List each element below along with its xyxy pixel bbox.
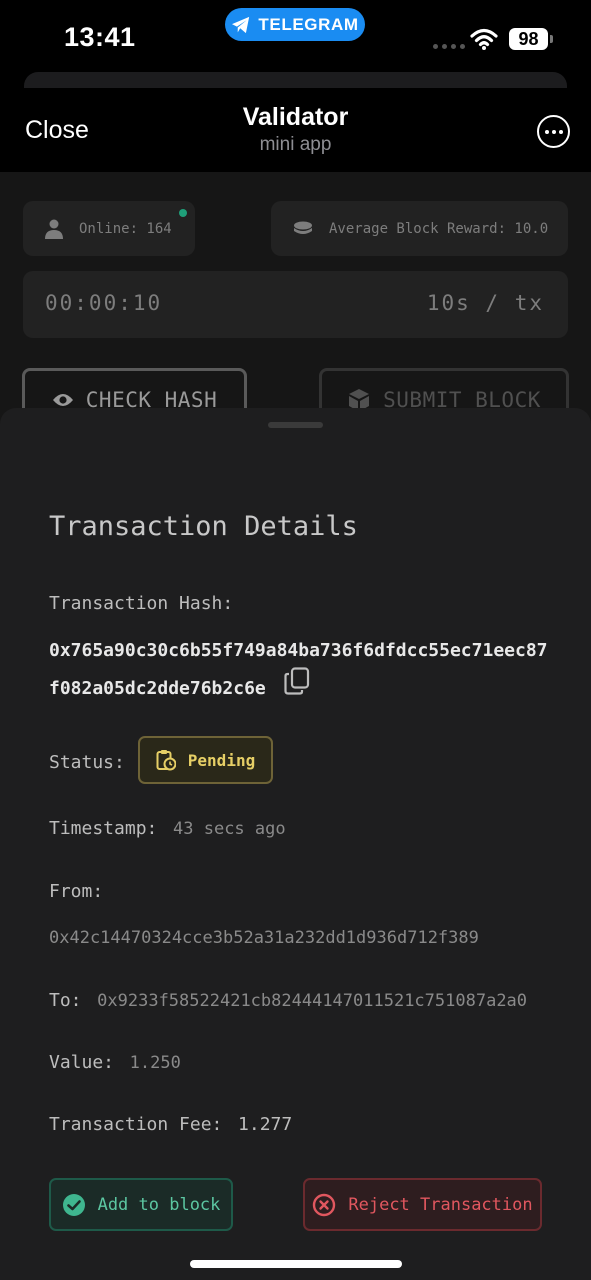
value-label: Value: — [49, 1052, 115, 1073]
online-stat: Online: 164 — [23, 201, 195, 256]
eye-icon — [52, 394, 73, 406]
value-amount: 1.250 — [129, 1053, 181, 1073]
reward-stat: Average Block Reward: 10.0 — [271, 201, 568, 256]
page-subtitle: mini app — [259, 134, 332, 155]
x-circle-icon — [313, 1193, 336, 1216]
signal-icon — [433, 44, 465, 49]
timer-panel: 00:00:10 10s / tx — [23, 271, 568, 338]
timestamp-label: Timestamp: — [49, 818, 158, 839]
elapsed-time: 00:00:10 — [45, 291, 163, 315]
status-bar: 13:41 TELEGRAM 98 — [0, 0, 591, 72]
timestamp-value: 43 secs ago — [173, 819, 286, 839]
status-badge: Pending — [138, 736, 273, 784]
more-options-button[interactable] — [537, 115, 570, 148]
user-icon — [45, 219, 63, 239]
online-indicator — [179, 209, 187, 217]
fee-amount: 1.277 — [238, 1114, 293, 1135]
clipboard-clock-icon — [156, 750, 176, 771]
reject-transaction-label: Reject Transaction — [348, 1194, 533, 1215]
add-to-block-button[interactable]: Add to block — [49, 1178, 233, 1231]
add-to-block-label: Add to block — [97, 1194, 221, 1215]
hash-label: Transaction Hash: — [49, 593, 234, 614]
page-title: Validator — [242, 103, 349, 131]
fee-row: Transaction Fee: 1.277 — [49, 1114, 292, 1135]
wifi-icon — [470, 28, 498, 50]
sheet-drag-handle[interactable] — [268, 422, 323, 428]
timestamp-row: Timestamp: 43 secs ago — [49, 818, 286, 839]
value-row: Value: 1.250 — [49, 1052, 181, 1073]
coins-icon — [294, 221, 312, 234]
hash-line-1: 0x765a90c30c6b55f749a84ba736f6dfdcc55ec7… — [49, 640, 548, 661]
average-block-reward: Average Block Reward: 10.0 — [329, 220, 549, 237]
to-label: To: — [49, 990, 82, 1011]
to-address: 0x9233f58522421cb82444147011521c751087a2… — [97, 991, 528, 1011]
clock: 13:41 — [64, 22, 136, 52]
to-row: To: 0x9233f58522421cb82444147011521c7510… — [49, 990, 527, 1011]
telegram-icon — [232, 16, 250, 33]
from-label: From: — [49, 881, 104, 902]
sheet-title: Transaction Details — [49, 511, 358, 542]
telegram-pill[interactable]: TELEGRAM — [225, 8, 365, 41]
copy-icon[interactable] — [284, 667, 310, 695]
status-value: Pending — [187, 750, 256, 770]
online-count: Online: 164 — [79, 220, 172, 237]
fee-label: Transaction Fee: — [49, 1114, 223, 1135]
transaction-details-sheet: Transaction Details Transaction Hash: 0x… — [0, 408, 591, 1280]
reject-transaction-button[interactable]: Reject Transaction — [303, 1178, 542, 1231]
telegram-label: TELEGRAM — [258, 14, 359, 34]
battery-icon: 98 — [509, 28, 553, 50]
check-circle-icon — [62, 1193, 85, 1216]
from-address: 0x42c14470324cce3b52a31a232dd1d936d712f3… — [49, 928, 479, 948]
tx-rate: 10s / tx — [426, 291, 544, 315]
miniapp-header: Close Validator mini app — [0, 88, 591, 172]
status-label: Status: — [49, 752, 125, 773]
home-indicator[interactable] — [190, 1260, 402, 1268]
